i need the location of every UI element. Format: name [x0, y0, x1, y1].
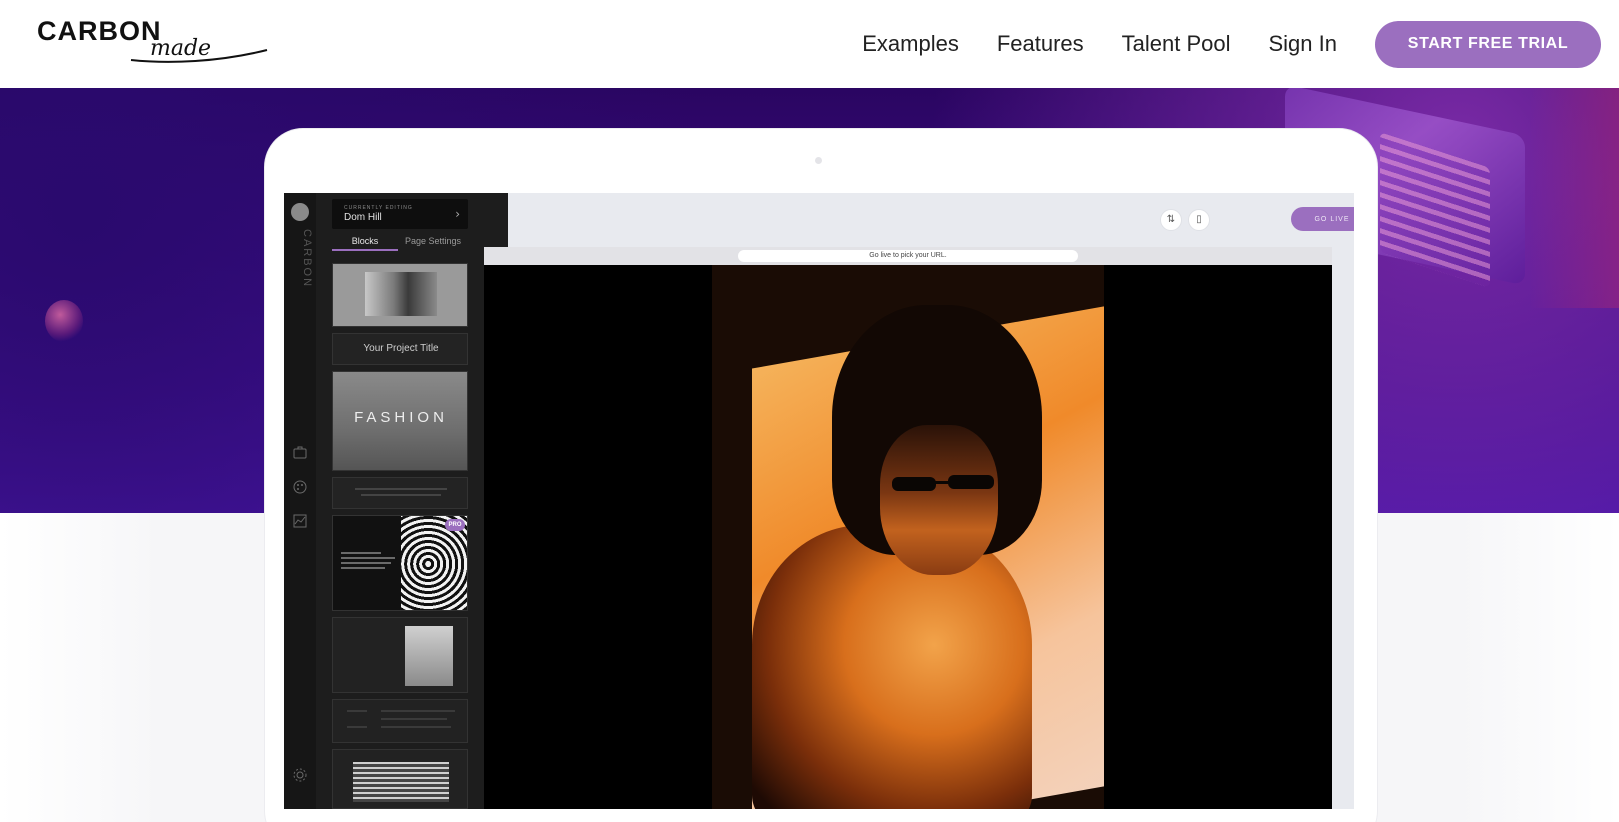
blocks-panel: CURRENTLY EDITING Dom Hill › Blocks Page… [316, 193, 508, 809]
url-hint[interactable]: Go live to pick your URL. [738, 250, 1078, 262]
page-canvas: Go live to pick your URL. ⧉ ⚙ [484, 247, 1332, 809]
listing-name: Dom Hill [344, 212, 382, 223]
block-thumb-columns[interactable] [332, 699, 468, 743]
nav-talent-pool[interactable]: Talent Pool [1122, 31, 1231, 57]
decorative-sphere [45, 300, 83, 342]
block-thumb-title[interactable]: Your Project Title [332, 333, 468, 365]
block-thumb-split[interactable]: PRO [332, 515, 468, 611]
photo-face [880, 425, 998, 575]
pro-badge: PRO [445, 519, 465, 531]
editor-rail: CARBON [284, 193, 316, 809]
block-thumb-fashion[interactable]: FASHION [332, 371, 468, 471]
text-line [361, 494, 441, 496]
chevron-right-icon: › [455, 207, 460, 221]
decorative-glow [1530, 88, 1619, 308]
tab-blocks[interactable]: Blocks [332, 235, 398, 251]
url-bar: Go live to pick your URL. [484, 247, 1332, 265]
sunglasses [892, 475, 994, 491]
nav-sign-in[interactable]: Sign In [1269, 31, 1338, 57]
rail-logo-icon[interactable] [291, 203, 309, 221]
photo-body [752, 525, 1032, 809]
panel-tabs: Blocks Page Settings [332, 235, 468, 251]
top-nav: CARBON made Examples Features Talent Poo… [0, 0, 1619, 88]
featured-photo[interactable] [712, 265, 1104, 809]
editor-screen: CARBON CURRENTLY EDITING Dom Hill › Bloc… [284, 193, 1354, 809]
palette-icon[interactable] [292, 479, 308, 495]
nav-features[interactable]: Features [997, 31, 1084, 57]
text-line [355, 488, 447, 490]
page: CARBON made Examples Features Talent Poo… [0, 0, 1619, 822]
thumb-photo [405, 626, 453, 686]
mobile-preview-button[interactable]: ▯ [1188, 209, 1210, 231]
analytics-icon[interactable] [292, 513, 308, 529]
listing-selector[interactable]: CURRENTLY EDITING Dom Hill › [332, 199, 468, 229]
tab-page-settings[interactable]: Page Settings [398, 235, 468, 251]
block-thumb-portrait[interactable] [332, 263, 468, 327]
camera-dot [815, 157, 822, 164]
logo-swash-icon [130, 49, 268, 63]
listing-caption: CURRENTLY EDITING [344, 205, 413, 211]
fashion-text: FASHION [354, 409, 448, 426]
split-text [341, 552, 395, 582]
rail-wordmark: CARBON [301, 229, 313, 289]
nav-examples[interactable]: Examples [862, 31, 959, 57]
portfolio-icon[interactable] [292, 445, 308, 461]
thumb-photo [365, 272, 437, 316]
carbonmade-logo[interactable]: CARBON made [37, 18, 268, 63]
block-thumb-text[interactable] [332, 477, 468, 509]
block-title-text: Your Project Title [363, 343, 439, 354]
start-free-trial-button[interactable]: START FREE TRIAL [1375, 20, 1601, 68]
nav-links: Examples Features Talent Pool Sign In ST… [862, 0, 1619, 88]
reorder-button[interactable]: ⇅ [1160, 209, 1182, 231]
laptop-mockup: CARBON CURRENTLY EDITING Dom Hill › Bloc… [265, 129, 1377, 822]
block-thumb-portrait-text[interactable] [332, 617, 468, 693]
go-live-button[interactable]: GO LIVE [1291, 207, 1354, 231]
thumb-photo [353, 762, 449, 802]
block-thumb-striped[interactable] [332, 749, 468, 809]
settings-gear-icon[interactable] [292, 767, 308, 783]
